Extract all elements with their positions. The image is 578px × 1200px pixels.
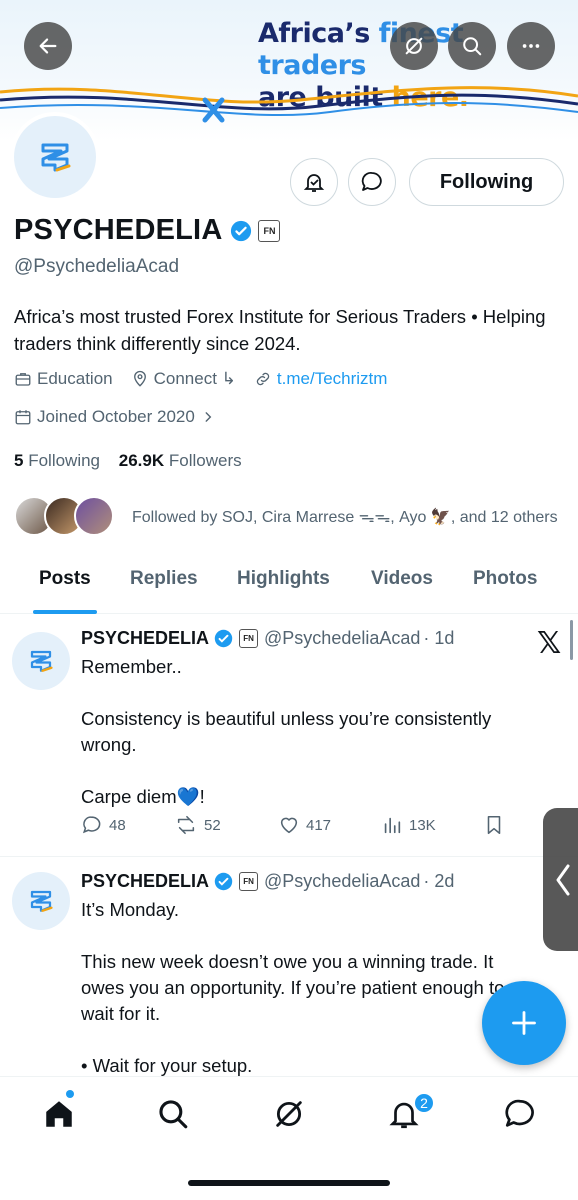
verified-badge-icon[interactable]	[230, 220, 252, 242]
tab-videos[interactable]: Videos	[371, 568, 433, 590]
search-button[interactable]	[448, 22, 496, 70]
psychedelia-logo-icon	[30, 650, 53, 672]
post-author-handle: @PsychedeliaAcad	[264, 871, 421, 891]
tab-highlights[interactable]: Highlights	[237, 568, 330, 590]
home-icon[interactable]	[42, 1097, 76, 1131]
bookmark-button[interactable]	[483, 814, 511, 836]
post-text: Remember.. Consistency is beautiful unle…	[81, 656, 492, 807]
message-button[interactable]	[348, 158, 396, 206]
more-button[interactable]	[507, 22, 555, 70]
follow-counts: 5 Following 26.9K Followers	[14, 451, 242, 471]
joined-row[interactable]: Joined October 2020	[14, 407, 238, 427]
post[interactable]: PSYCHEDELIA FN @PsychedeliaAcad · 1d 𝕏 R…	[0, 614, 578, 856]
arrow-left-icon	[39, 38, 57, 54]
profile-meta: Education Connect ↳ t.me/Techriztm	[14, 369, 405, 389]
followed-by-row[interactable]: Followed by SOJ, Cira Marrese ᯓᯓ, Ayo 🦅,…	[14, 496, 558, 536]
affiliate-badge: FN	[239, 872, 259, 891]
scroll-indicator[interactable]	[570, 620, 573, 660]
category-item: Education	[14, 369, 113, 389]
website-link[interactable]: t.me/Techriztm	[254, 369, 387, 389]
tab-photos[interactable]: Photos	[473, 568, 537, 590]
verified-badge-icon	[214, 872, 233, 891]
search-icon[interactable]	[156, 1097, 190, 1131]
reply-icon	[82, 816, 101, 834]
profile-name: PSYCHEDELIA	[14, 214, 223, 246]
tab-posts[interactable]: Posts	[39, 568, 91, 590]
chevron-right-icon	[205, 412, 212, 422]
like-button[interactable]: 417	[278, 814, 381, 836]
profile-bio: Africa’s most trusted Forex Institute fo…	[14, 306, 546, 354]
location-pin-icon	[133, 370, 146, 387]
affiliate-badge: FN	[239, 629, 259, 648]
post-time: · 2d	[423, 871, 455, 891]
following-count-link[interactable]: 5 Following	[14, 451, 100, 470]
follower-avatar	[74, 496, 114, 536]
back-button[interactable]	[24, 22, 72, 70]
followers-count-link[interactable]: 26.9K Followers	[119, 451, 242, 470]
post-header: PSYCHEDELIA FN @PsychedeliaAcad · 1d	[81, 628, 454, 649]
location-item: Connect ↳	[131, 369, 236, 389]
profile-avatar[interactable]	[10, 112, 100, 202]
plus-icon	[512, 1011, 536, 1035]
message-bubble-icon	[361, 172, 382, 191]
banner-decoration	[0, 86, 578, 123]
views-bar-chart-icon	[384, 817, 401, 834]
post-text: It’s Monday. This new week doesn’t owe y…	[81, 899, 505, 1102]
search-icon	[463, 37, 482, 56]
notify-bell-button[interactable]	[290, 158, 338, 206]
post-author-handle: @PsychedeliaAcad	[264, 628, 421, 648]
tab-replies[interactable]: Replies	[130, 568, 198, 590]
calendar-icon	[15, 410, 31, 425]
notifications-badge: 2	[413, 1092, 435, 1114]
post-avatar[interactable]	[12, 632, 70, 690]
psychedelia-logo-icon	[41, 143, 71, 172]
compose-button[interactable]	[482, 981, 566, 1065]
grok-icon[interactable]	[272, 1097, 306, 1131]
repost-button[interactable]: 52	[174, 814, 278, 836]
profile-tabs: Posts Replies Highlights Videos Photos	[0, 556, 578, 614]
heart-icon	[280, 817, 298, 834]
profile-handle: @PsychedeliaAcad	[14, 256, 180, 277]
post-actions: 48 52 417 13K	[81, 814, 511, 836]
followed-by-text: Followed by SOJ, Cira Marrese ᯓᯓ, Ayo 🦅,…	[132, 509, 558, 526]
bookmark-icon	[487, 815, 501, 835]
side-panel-handle[interactable]	[543, 808, 578, 951]
chevron-left-icon	[556, 864, 570, 895]
messages-icon[interactable]	[503, 1097, 537, 1131]
joined-item[interactable]: Joined October 2020	[14, 407, 220, 427]
views-button[interactable]: 13K	[381, 814, 483, 836]
post-author-name[interactable]: PSYCHEDELIA	[81, 628, 209, 649]
profile-banner: Africa’s finest traders are built here.	[0, 0, 578, 142]
home-unread-dot	[66, 1090, 74, 1098]
profile-name-row: PSYCHEDELIA FN	[14, 214, 281, 247]
reply-button[interactable]: 48	[81, 814, 174, 836]
post-time: · 1d	[423, 628, 455, 648]
verified-badge-icon	[214, 629, 233, 648]
more-dots-icon	[522, 44, 540, 48]
link-icon	[256, 372, 270, 386]
repost-icon	[177, 815, 195, 835]
post-header: PSYCHEDELIA FN @PsychedeliaAcad · 2d	[81, 871, 454, 892]
grok-button[interactable]	[390, 22, 438, 70]
affiliate-badge[interactable]: FN	[258, 219, 281, 242]
post-avatar[interactable]	[12, 872, 70, 930]
grok-icon	[405, 37, 423, 55]
post-author-name[interactable]: PSYCHEDELIA	[81, 871, 209, 892]
briefcase-icon	[15, 373, 31, 386]
home-indicator[interactable]	[188, 1180, 390, 1186]
psychedelia-logo-icon	[30, 890, 53, 912]
following-button[interactable]: Following	[409, 158, 564, 206]
bell-plus-icon	[303, 174, 325, 192]
